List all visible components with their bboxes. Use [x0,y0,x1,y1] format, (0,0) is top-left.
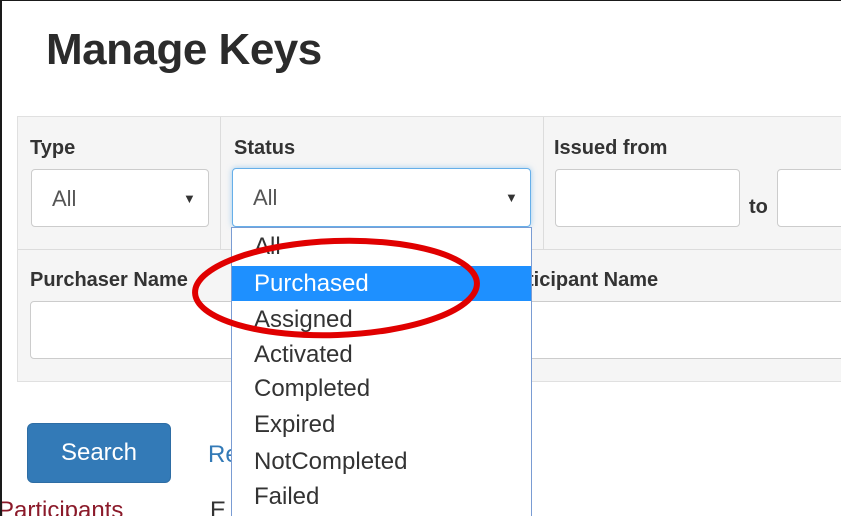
search-button[interactable]: Search [27,423,171,483]
status-option-all[interactable]: All [232,230,531,260]
participant-name-input[interactable] [502,301,841,359]
tab-participants-label: Participants [0,497,124,516]
type-label: Type [30,137,76,159]
status-option-activated[interactable]: Activated [232,337,531,372]
status-option-assigned[interactable]: Assigned [232,302,531,337]
issued-to-input[interactable] [777,169,841,227]
purchaser-name-input[interactable] [30,301,250,359]
status-option-expired[interactable]: Expired [232,407,531,442]
type-select[interactable]: All ▼ [31,169,209,227]
status-dropdown-list: All Purchased Assigned Activated Complet… [231,227,532,516]
page-title: Manage Keys [46,25,322,74]
issued-from-label: Issued from [554,137,668,159]
status-select-value: All [253,185,278,210]
type-select-value: All [52,186,77,211]
purchaser-name-label: Purchaser Name [30,269,188,291]
participant-name-label: ticipant Name [527,269,659,291]
status-option-notcompleted[interactable]: NotCompleted [232,444,531,479]
caret-down-icon: ▼ [183,191,196,206]
tab-other[interactable]: E [210,497,226,516]
status-label: Status [234,137,296,159]
tab-other-label: E [210,497,227,516]
issued-to-label: to [749,196,768,218]
search-button-label: Search [60,439,138,466]
caret-down-icon: ▼ [505,190,518,205]
tab-participants[interactable]: Participants [0,497,124,516]
issued-from-input[interactable] [555,169,740,227]
status-option-failed[interactable]: Failed [232,479,531,514]
status-option-completed[interactable]: Completed [232,371,531,406]
screenshot-frame: Manage Keys Type All ▼ Status All ▼ Issu… [0,0,841,516]
status-select[interactable]: All ▼ [232,168,531,227]
status-option-purchased[interactable]: Purchased [232,266,531,301]
